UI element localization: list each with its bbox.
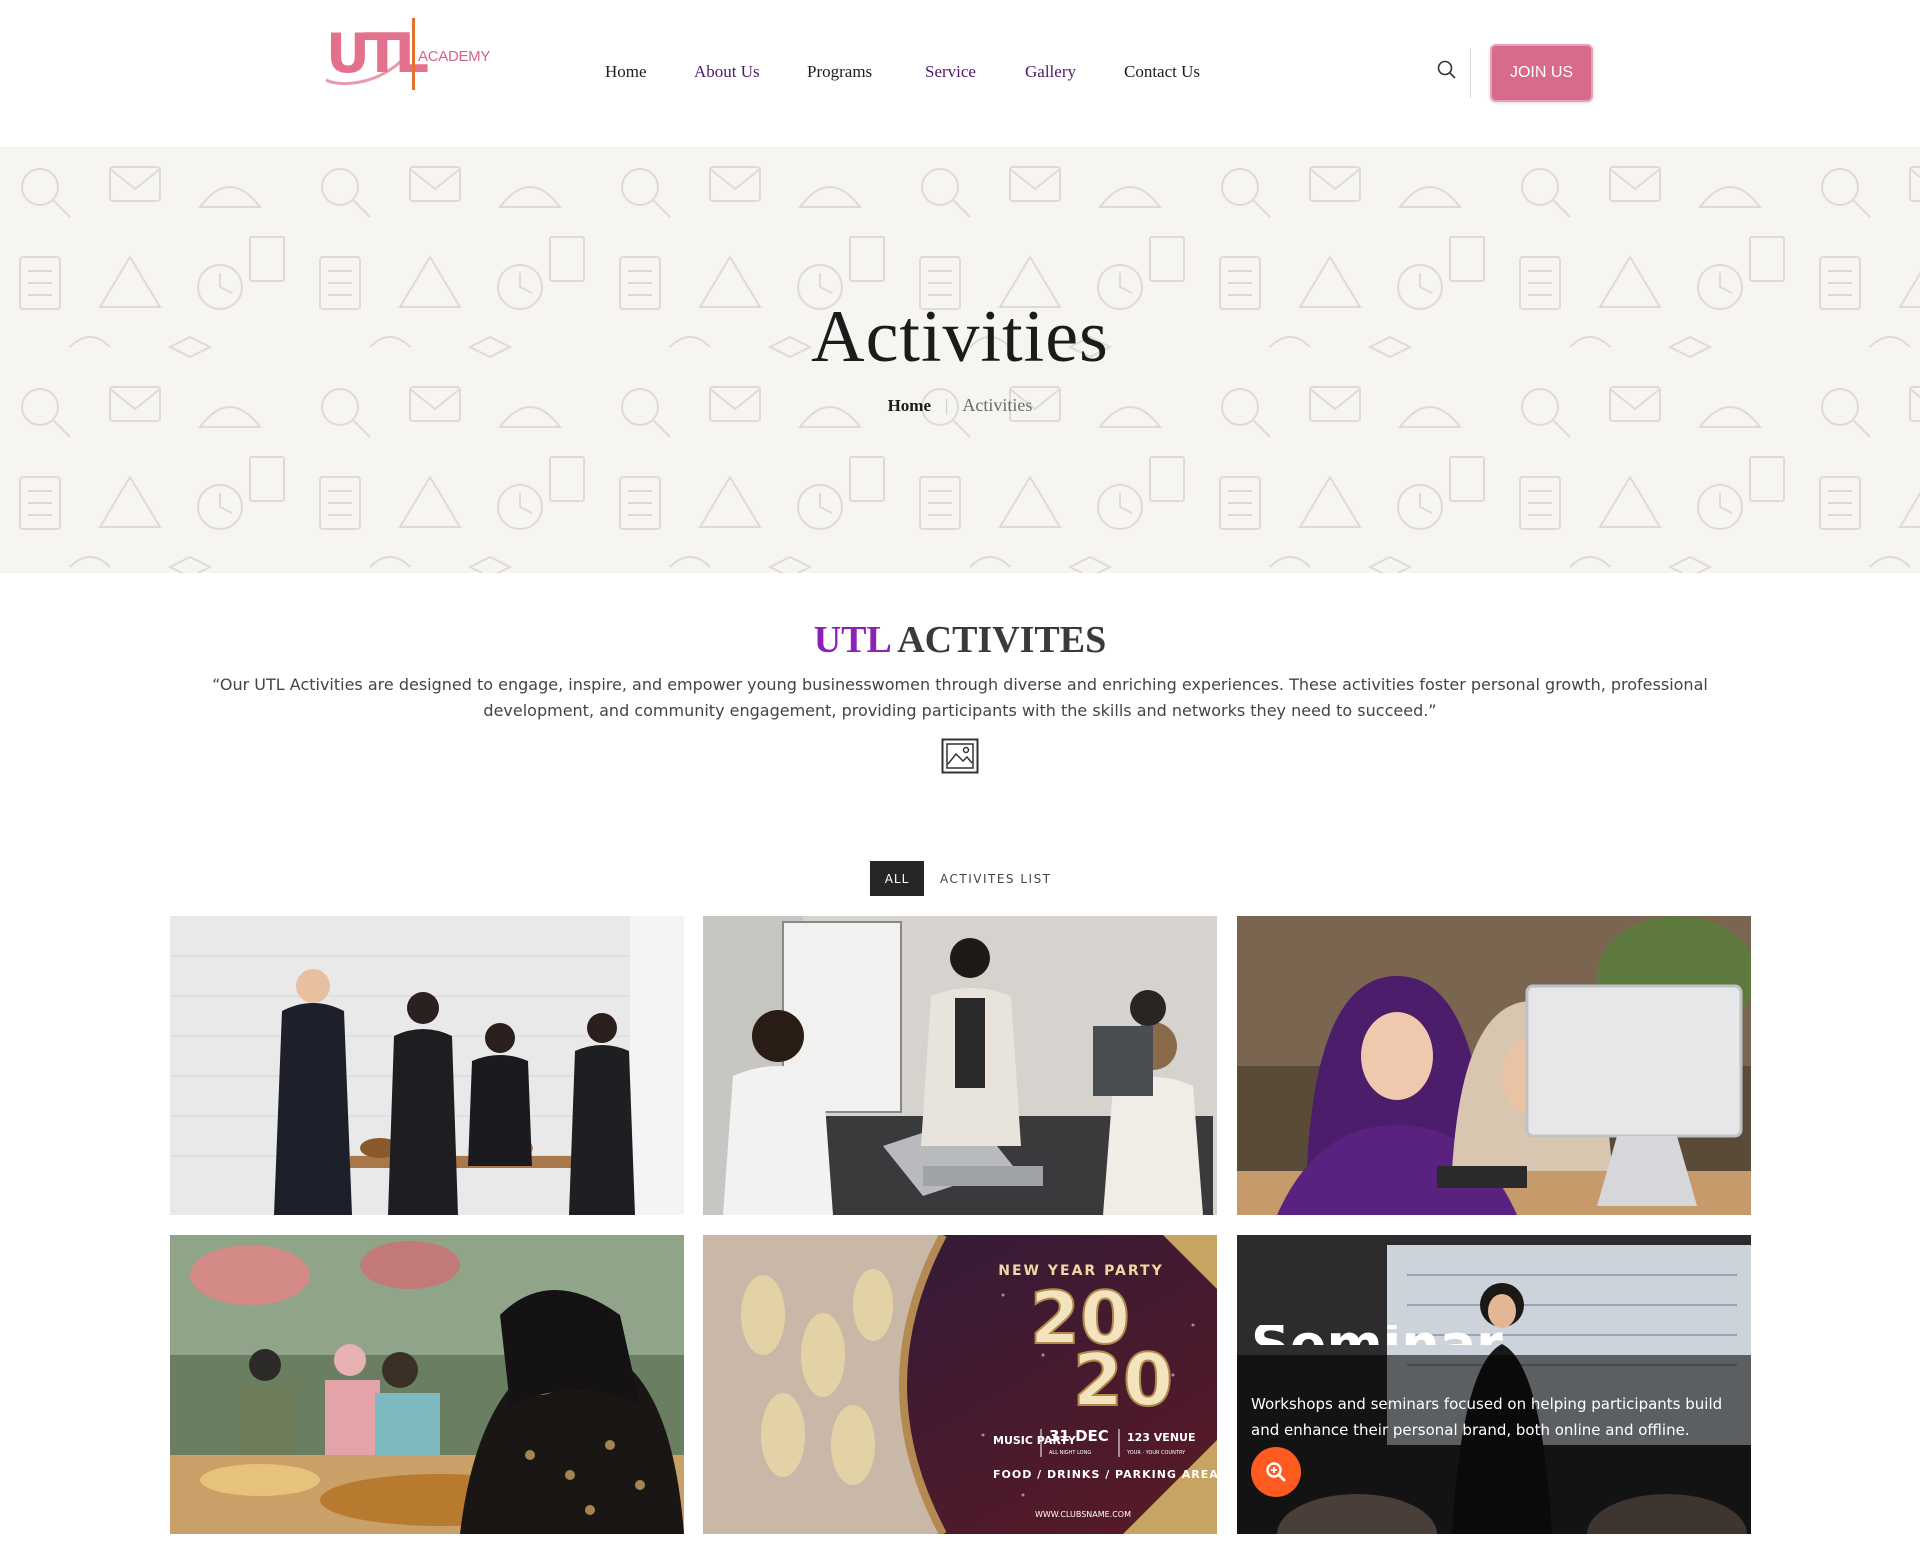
poster-venue: 123 VENUE	[1127, 1431, 1195, 1444]
filter-all-button[interactable]: ALL	[870, 861, 924, 896]
logo-divider	[412, 18, 415, 90]
nav-about-us[interactable]: About Us	[694, 62, 760, 82]
seminar-overlay-text: Workshops and seminars focused on helpin…	[1251, 1395, 1723, 1439]
page-hero: Activities Home | Activities	[0, 147, 1920, 573]
gallery-tile-computer-study[interactable]	[1237, 916, 1751, 1215]
poster-year-bottom: 20	[1073, 1338, 1173, 1422]
poster-url: WWW.CLUBSNAME.COM	[1035, 1510, 1131, 1519]
poster-date-sub: ALL NIGHT LONG	[1049, 1450, 1091, 1456]
study-photo	[1237, 916, 1751, 1215]
logo[interactable]: UTL ACADEMY	[325, 18, 496, 92]
section-title-accent: UTL	[813, 619, 890, 661]
breadcrumb-current: Activities	[962, 395, 1033, 415]
logo-mark: UTL	[326, 22, 429, 85]
join-us-button[interactable]: JOIN US	[1490, 44, 1593, 102]
networking-photo	[170, 916, 684, 1215]
site-header: UTL ACADEMY Home About Us Programs Servi…	[0, 0, 1920, 147]
gallery-tile-new-year-party[interactable]: NEW YEAR PARTY 20 20 MUSIC PARTY 31 DEC …	[703, 1235, 1217, 1534]
section-intro: “Our UTL Activities are designed to enga…	[212, 675, 1708, 720]
nav-contact-us[interactable]: Contact Us	[1124, 62, 1200, 82]
meeting-photo	[703, 916, 1217, 1215]
poster-footer: FOOD / DRINKS / PARKING AREA	[993, 1468, 1217, 1481]
nav-home[interactable]: Home	[605, 62, 647, 82]
page-title: Activities	[811, 296, 1109, 378]
logo-mark-text: UTL	[326, 22, 429, 85]
seminar-photo	[1237, 1235, 1751, 1534]
breadcrumb-home[interactable]: Home	[888, 396, 931, 415]
image-icon	[941, 738, 979, 774]
seminar-overlay-title: Seminar	[1251, 1325, 1503, 1345]
header-divider	[1470, 48, 1471, 98]
cooking-photo	[170, 1235, 684, 1534]
breadcrumb: Home | Activities	[0, 395, 1920, 416]
poster-venue-sub: YOUR · YOUR COUNTRY	[1126, 1450, 1186, 1456]
gallery-tile-meeting[interactable]	[703, 916, 1217, 1215]
section-title-rest: ACTIVITES	[897, 619, 1107, 661]
search-icon[interactable]	[1435, 58, 1459, 82]
zoom-icon[interactable]	[1251, 1447, 1301, 1497]
nav-gallery[interactable]: Gallery	[1025, 62, 1076, 82]
logo-text: ACADEMY	[418, 48, 491, 65]
nav-service[interactable]: Service	[925, 62, 976, 82]
poster-date: 31 DEC	[1049, 1427, 1109, 1445]
party-poster: NEW YEAR PARTY 20 20 MUSIC PARTY 31 DEC …	[703, 1235, 1217, 1534]
gallery-tile-networking[interactable]	[170, 916, 684, 1215]
gallery-tile-seminar[interactable]: Seminar Workshops and seminars focused o…	[1237, 1235, 1751, 1534]
filter-activities-list-button[interactable]: ACTIVITES LIST	[940, 861, 1052, 896]
nav-programs[interactable]: Programs	[807, 62, 872, 82]
breadcrumb-separator: |	[945, 396, 949, 415]
section-title: UTL ACTIVITES	[0, 618, 1920, 662]
gallery-tile-community-cooking[interactable]	[170, 1235, 684, 1534]
